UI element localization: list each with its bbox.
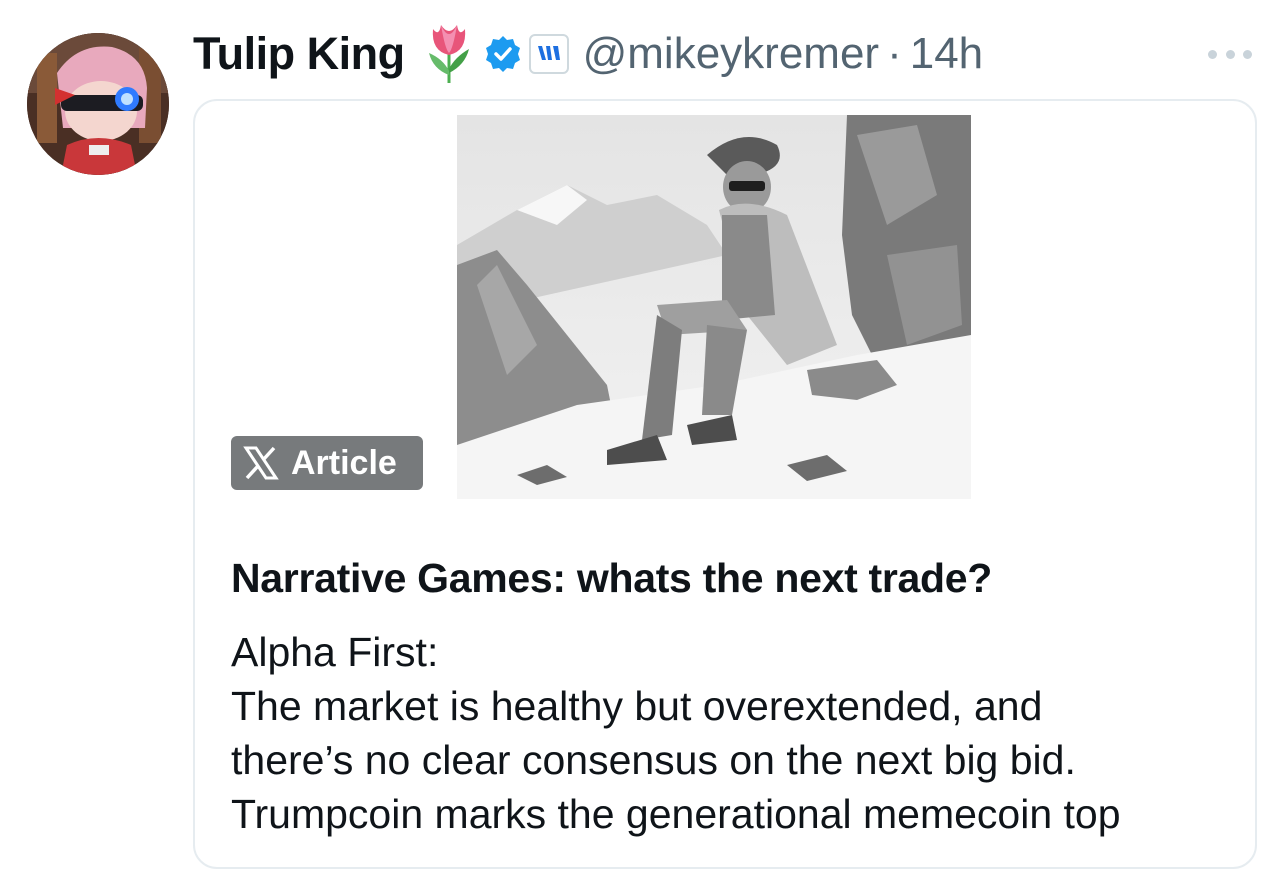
tweet[interactable]: Tulip King @mikeykremer · 14h Article Na… [0, 0, 1284, 884]
article-title[interactable]: Narrative Games: whats the next trade? [231, 555, 992, 602]
article-card[interactable]: Article Narrative Games: whats the next … [193, 99, 1257, 869]
article-body-line: there’s no clear consensus on the next b… [231, 737, 1076, 783]
post-header: Tulip King @mikeykremer · 14h [193, 24, 983, 84]
article-badge-label: Article [291, 443, 397, 482]
author-handle[interactable]: @mikeykremer [583, 29, 879, 79]
article-badge: Article [231, 436, 423, 490]
author-display-name[interactable]: Tulip King [193, 28, 405, 80]
article-body-line: Alpha First: [231, 629, 439, 675]
post-timestamp[interactable]: 14h [910, 29, 983, 79]
affiliate-badge-icon[interactable] [528, 34, 569, 74]
article-body-line: The market is healthy but overextended, … [231, 683, 1043, 729]
x-logo-icon [243, 445, 279, 481]
avatar[interactable] [27, 33, 169, 175]
tulip-icon [423, 23, 475, 85]
verified-icon[interactable] [483, 34, 523, 74]
separator-dot: · [887, 29, 902, 78]
article-body-line: Trumpcoin marks the generational memecoi… [231, 791, 1121, 837]
article-image [457, 115, 971, 499]
more-icon[interactable] [1208, 44, 1252, 64]
article-body: Alpha First: The market is healthy but o… [231, 625, 1241, 841]
